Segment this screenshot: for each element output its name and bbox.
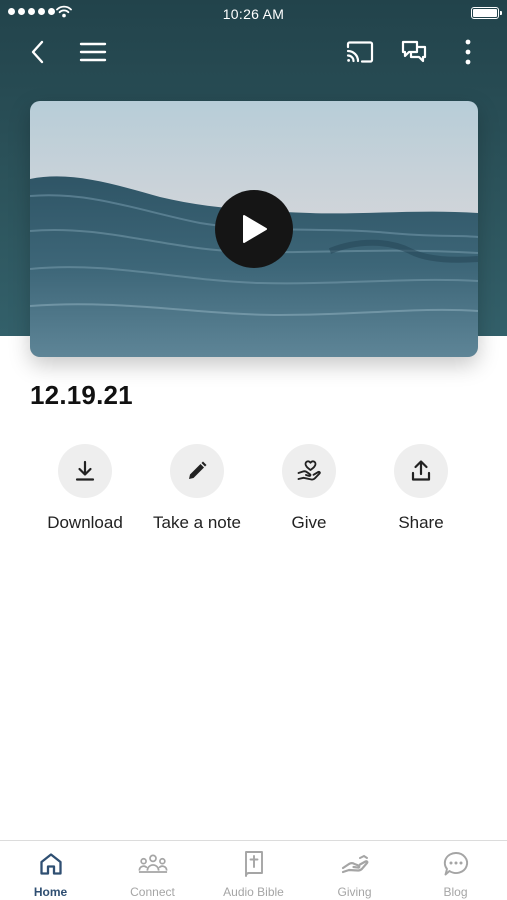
give-label: Give [291, 513, 327, 532]
more-options-button[interactable] [452, 36, 484, 68]
more-icon [465, 39, 471, 65]
video-player[interactable] [30, 101, 478, 357]
tab-connect[interactable]: Connect [102, 849, 203, 899]
give-button[interactable]: Give [253, 444, 365, 533]
back-icon [31, 40, 44, 64]
tab-audio-bible[interactable]: Audio Bible [203, 849, 304, 899]
bible-icon [239, 849, 269, 879]
menu-icon [79, 42, 107, 62]
people-icon [138, 849, 168, 879]
back-button[interactable] [22, 36, 54, 68]
tab-home[interactable]: Home [0, 849, 101, 899]
share-circle [394, 444, 448, 498]
share-icon [411, 460, 431, 481]
cast-button[interactable] [344, 36, 376, 68]
bottom-tab-bar: Home Connect Audio Bible Giving Blog [0, 840, 507, 900]
download-icon [75, 460, 95, 481]
heart-hand-icon [297, 460, 321, 481]
tab-giving-label: Giving [337, 885, 372, 899]
top-nav-bar [0, 30, 507, 74]
download-label: Download [47, 513, 123, 532]
take-note-button[interactable]: Take a note [141, 444, 253, 533]
play-button[interactable] [215, 190, 293, 268]
menu-button[interactable] [77, 36, 109, 68]
share-button[interactable]: Share [365, 444, 477, 533]
chat-icon [401, 40, 427, 63]
tab-giving[interactable]: Giving [304, 849, 405, 899]
chat-button[interactable] [398, 36, 430, 68]
take-note-circle [170, 444, 224, 498]
home-icon [36, 849, 66, 879]
give-circle [282, 444, 336, 498]
download-button[interactable]: Download [29, 444, 141, 533]
episode-title: 12.19.21 [30, 380, 133, 410]
pencil-icon [189, 461, 207, 479]
tab-blog[interactable]: Blog [405, 849, 506, 899]
download-circle [58, 444, 112, 498]
status-bar: 10:26 AM [0, 0, 507, 28]
play-icon [243, 215, 267, 243]
take-note-label: Take a note [153, 513, 241, 532]
giving-hand-icon [340, 849, 370, 879]
battery-icon [471, 7, 502, 19]
share-label: Share [398, 513, 444, 532]
action-row: Download Take a note Give Share [0, 444, 507, 544]
tab-home-label: Home [33, 885, 68, 899]
tab-blog-label: Blog [443, 885, 468, 899]
status-time: 10:26 AM [222, 6, 285, 22]
tab-audio-bible-label: Audio Bible [223, 885, 284, 899]
cast-icon [346, 41, 374, 63]
tab-connect-label: Connect [130, 885, 175, 899]
chat-bubble-icon [441, 849, 471, 879]
